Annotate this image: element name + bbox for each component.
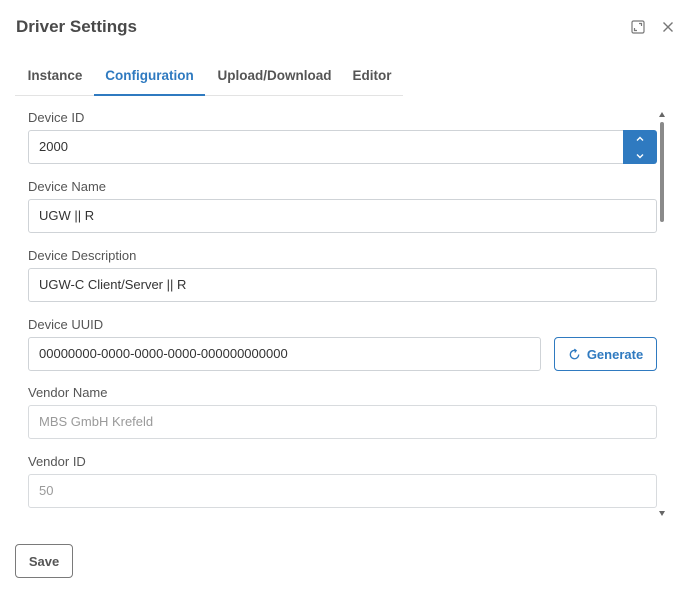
device-id-input[interactable]: 2000 xyxy=(28,130,625,164)
device-name-label: Device Name xyxy=(28,179,107,194)
device-description-label: Device Description xyxy=(28,248,137,263)
tab-editor[interactable]: Editor xyxy=(347,58,397,96)
tab-bar: Instance Configuration Upload/Download E… xyxy=(15,58,403,96)
vendor-name-input[interactable]: MBS GmbH Krefeld xyxy=(28,405,657,439)
device-description-input[interactable]: UGW-C Client/Server || R xyxy=(28,268,657,302)
vendor-id-label: Vendor ID xyxy=(28,454,86,469)
device-id-stepper xyxy=(623,130,657,164)
tab-configuration[interactable]: Configuration xyxy=(94,58,205,96)
tab-instance[interactable]: Instance xyxy=(15,58,95,96)
scroll-up-arrow-icon[interactable] xyxy=(659,112,665,117)
close-icon[interactable] xyxy=(660,19,676,35)
scroll-down-arrow-icon[interactable] xyxy=(659,511,665,516)
tab-upload-download[interactable]: Upload/Download xyxy=(212,58,337,96)
device-uuid-label: Device UUID xyxy=(28,317,104,332)
vendor-id-input[interactable]: 50 xyxy=(28,474,657,508)
device-id-label: Device ID xyxy=(28,110,85,125)
generate-button[interactable]: Generate xyxy=(554,337,657,371)
save-button[interactable]: Save xyxy=(15,544,73,578)
scrollbar[interactable] xyxy=(658,112,668,520)
device-name-input[interactable]: UGW || R xyxy=(28,199,657,233)
scrollbar-thumb[interactable] xyxy=(660,122,664,222)
device-uuid-input[interactable]: 00000000-0000-0000-0000-000000000000 xyxy=(28,337,541,371)
chevron-down-icon[interactable] xyxy=(623,147,657,164)
refresh-icon xyxy=(569,348,580,359)
vendor-name-label: Vendor Name xyxy=(28,385,108,400)
chevron-up-icon[interactable] xyxy=(623,130,657,147)
expand-icon[interactable] xyxy=(630,19,646,35)
generate-button-label: Generate xyxy=(586,346,644,362)
dialog-title: Driver Settings xyxy=(16,17,137,36)
